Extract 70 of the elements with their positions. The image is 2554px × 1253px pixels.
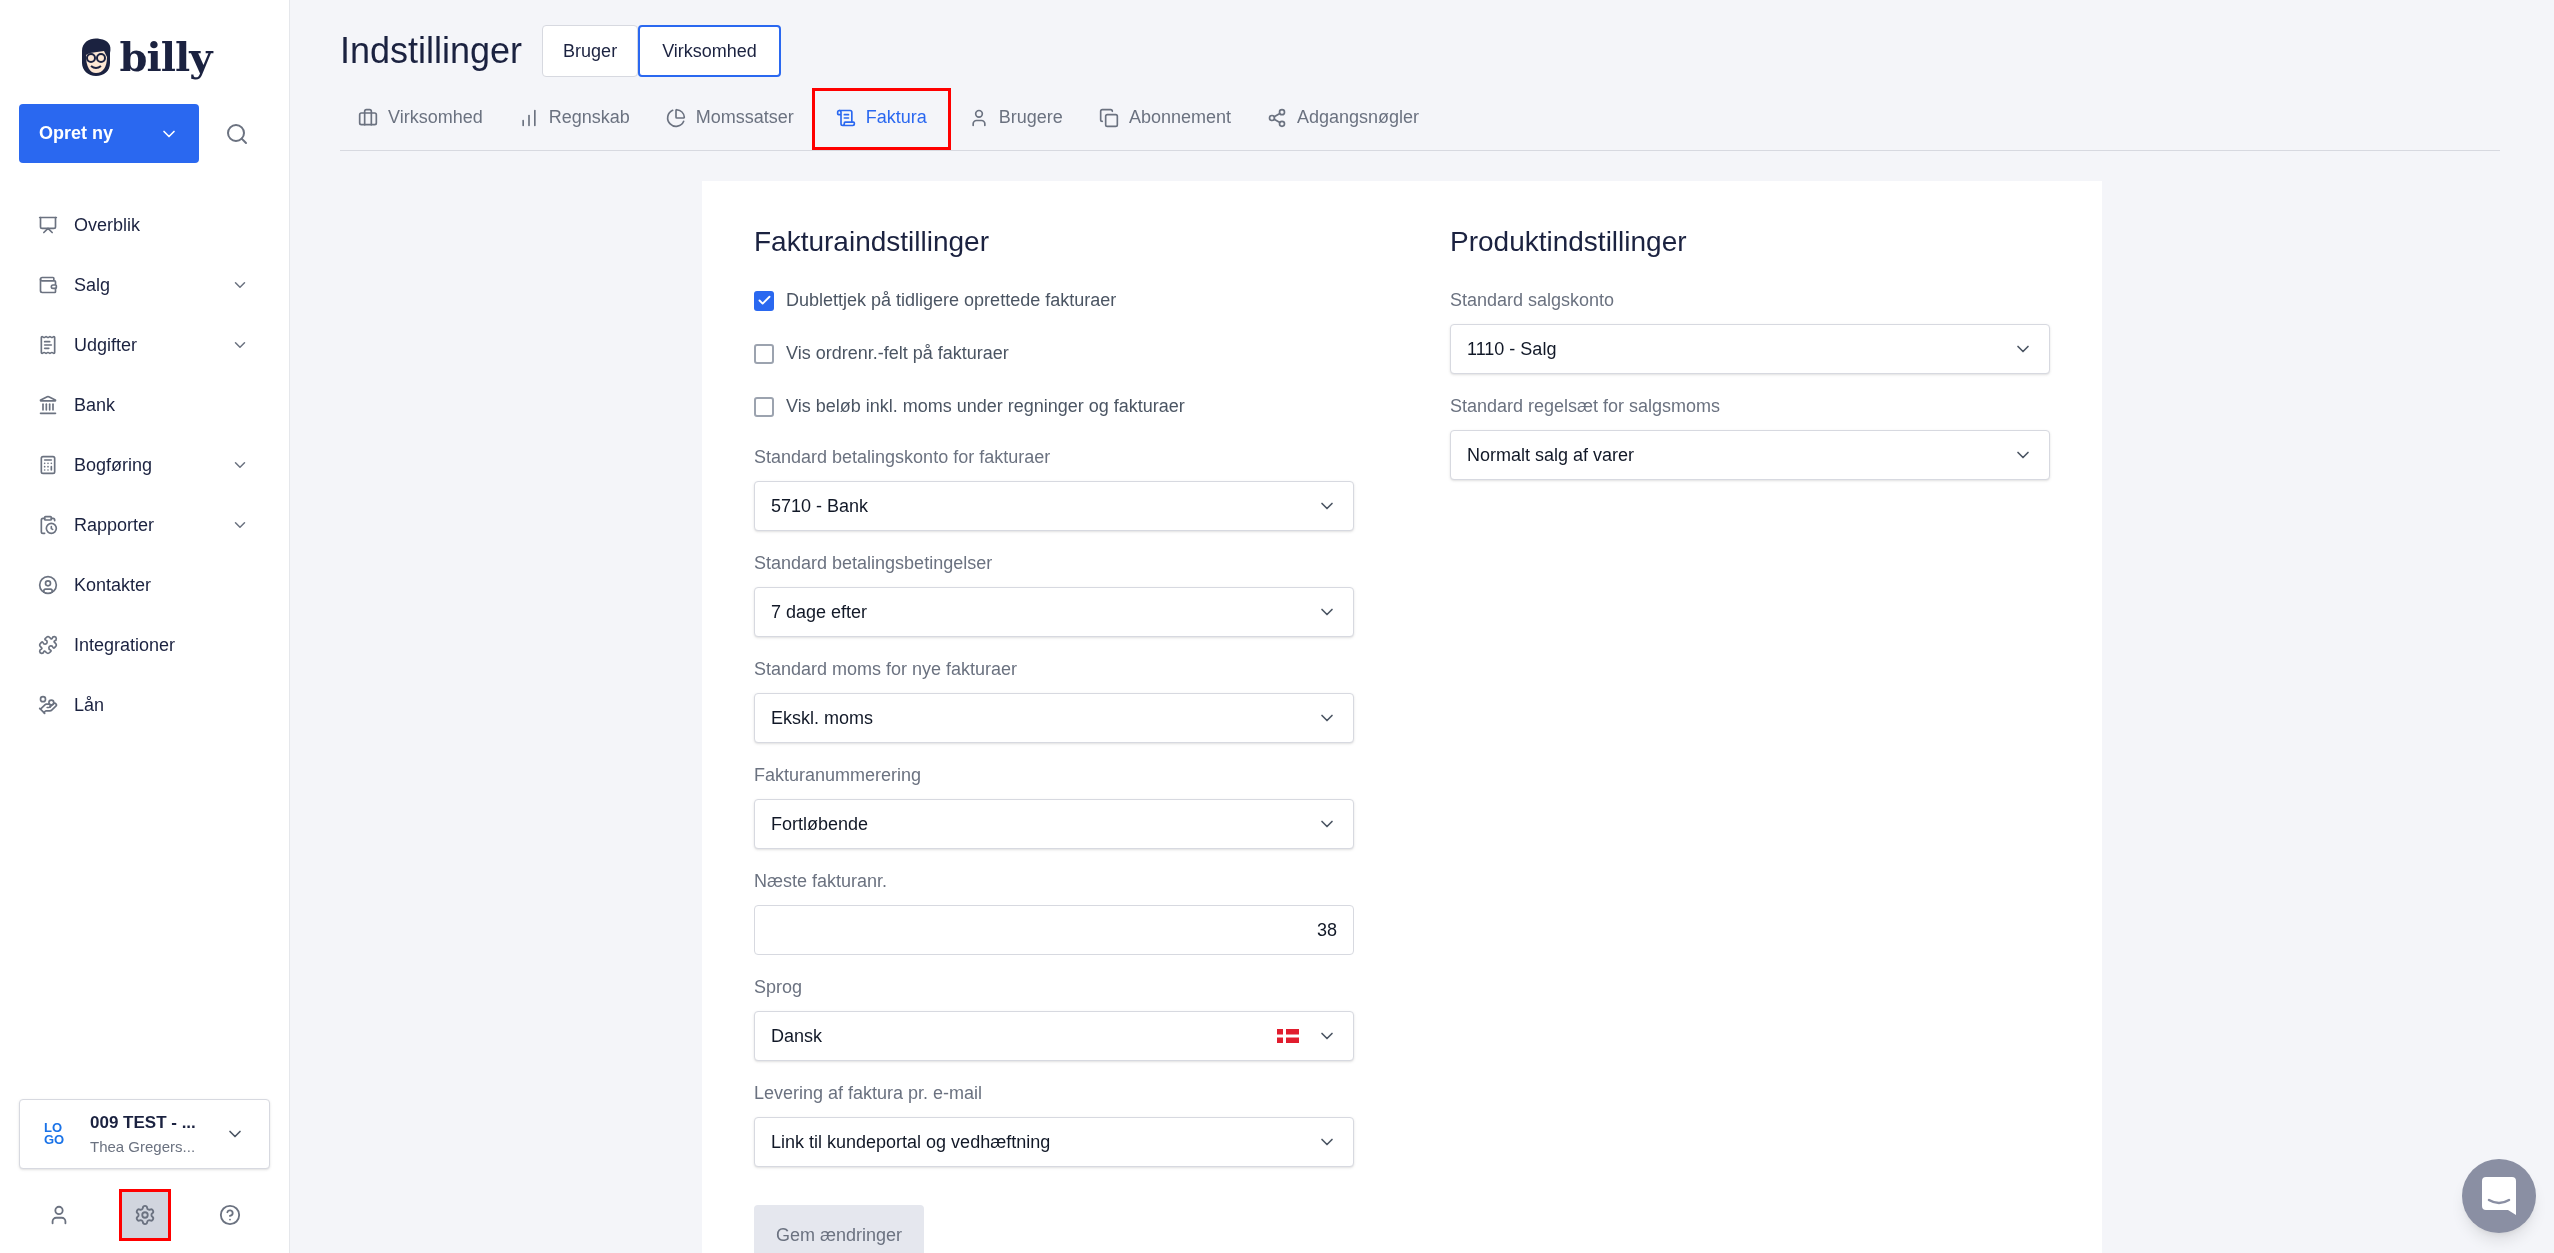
checkbox[interactable]: [754, 396, 774, 417]
field-label: Standard moms for nye fakturaer: [754, 658, 1019, 681]
field-label: Sprog: [754, 976, 804, 999]
section-heading: Produktindstillinger: [1450, 225, 1688, 259]
wallet-icon: [38, 275, 58, 295]
field-label: Fakturanummerering: [754, 764, 923, 787]
briefcase-icon: [358, 107, 378, 128]
sidebar-nav-item[interactable]: Rapporter: [0, 495, 289, 555]
settings-tab[interactable]: Abonnement: [1080, 88, 1249, 150]
sidebar-nav-item[interactable]: Salg: [0, 255, 289, 315]
select-field[interactable]: 5710 - Bank: [754, 481, 1354, 531]
select-field[interactable]: Normalt salg af varer: [1450, 430, 2050, 480]
select-field[interactable]: Ekskl. moms: [754, 693, 1354, 743]
settings-tab[interactable]: Virksomhed: [340, 88, 501, 150]
search-icon[interactable]: [225, 121, 249, 146]
puzzle-icon: [38, 635, 58, 655]
settings-tab[interactable]: Regnskab: [500, 88, 648, 150]
number-input-field[interactable]: 38: [754, 905, 1354, 955]
calculator-icon: [38, 455, 58, 475]
clipboard-icon: [38, 515, 58, 535]
sidebar-nav-item[interactable]: Lån: [0, 675, 289, 735]
checkbox-label: Vis beløb inkl. moms under regninger og fakturaer: [786, 395, 1185, 418]
scope-toggle-button[interactable]: Bruger: [542, 25, 639, 77]
sidebar-nav-item[interactable]: Bogføring: [0, 435, 289, 495]
field-label: Standard regelsæt for salgsmoms: [1450, 395, 1722, 418]
select-field[interactable]: Link til kundeportal og vedhæftning: [754, 1117, 1354, 1167]
settings-tab[interactable]: Faktura: [811, 88, 951, 150]
sidebar-nav-item[interactable]: Udgifter: [0, 315, 289, 375]
select-field[interactable]: Fortløbende: [754, 799, 1354, 849]
pie-chart-icon: [665, 107, 686, 128]
share-icon: [1266, 107, 1287, 128]
create-new-button[interactable]: Opret ny: [19, 104, 199, 163]
field-label: Levering af faktura pr. e-mail: [754, 1082, 984, 1105]
checkbox[interactable]: [754, 343, 774, 364]
page-title: Indstillinger: [340, 29, 523, 73]
checkbox[interactable]: [754, 290, 774, 311]
field-label: Standard betalingskonto for fakturaer: [754, 446, 1052, 469]
scope-toggle-button[interactable]: Virksomhed: [638, 25, 781, 77]
checkbox-label: Dublettjek på tidligere oprettede fakturaer: [786, 289, 1117, 312]
checkbox-label: Vis ordrenr.-felt på fakturaer: [786, 342, 1009, 365]
organization-switcher[interactable]: LOGO 009 TEST - ... Thea Gregers...: [19, 1099, 270, 1169]
save-changes-button[interactable]: Gem ændringer: [754, 1205, 924, 1253]
field-label: Næste fakturanr.: [754, 870, 889, 893]
field-label: Standard betalingsbetingelser: [754, 552, 994, 575]
bank-icon: [38, 395, 58, 415]
document-icon: [835, 107, 856, 128]
sidebar-nav-item[interactable]: Bank: [0, 375, 289, 435]
sidebar-nav-item[interactable]: Overblik: [0, 195, 289, 255]
select-field[interactable]: 1110 - Salg: [1450, 324, 2050, 374]
brand-name: billy: [119, 32, 212, 82]
check-icon: [756, 293, 772, 308]
settings-tab[interactable]: Adgangsnøgler: [1248, 88, 1438, 150]
settings-tab[interactable]: Brugere: [950, 88, 1081, 150]
select-field[interactable]: 7 dage efter: [754, 587, 1354, 637]
presentation-icon: [38, 215, 58, 235]
danish-flag-icon: [1277, 1029, 1299, 1043]
sidebar-nav-item[interactable]: Kontakter: [0, 555, 289, 615]
field-label: Standard salgskonto: [1450, 289, 1616, 312]
section-heading: Fakturaindstillinger: [754, 225, 990, 259]
language-select-field[interactable]: Dansk: [754, 1011, 1354, 1061]
user-circle-icon: [38, 575, 58, 595]
money-bag-icon: [38, 695, 58, 715]
receipt-icon: [38, 335, 58, 355]
chat-button[interactable]: [2462, 1159, 2536, 1233]
sidebar-nav-item[interactable]: Integrationer: [0, 615, 289, 675]
settings-icon[interactable]: [118, 1189, 171, 1241]
copy-icon: [1098, 107, 1119, 128]
settings-tab[interactable]: Momssatser: [647, 88, 812, 150]
chat-bubble-icon: [2482, 1177, 2516, 1215]
organization-logo: LOGO: [44, 1122, 66, 1146]
